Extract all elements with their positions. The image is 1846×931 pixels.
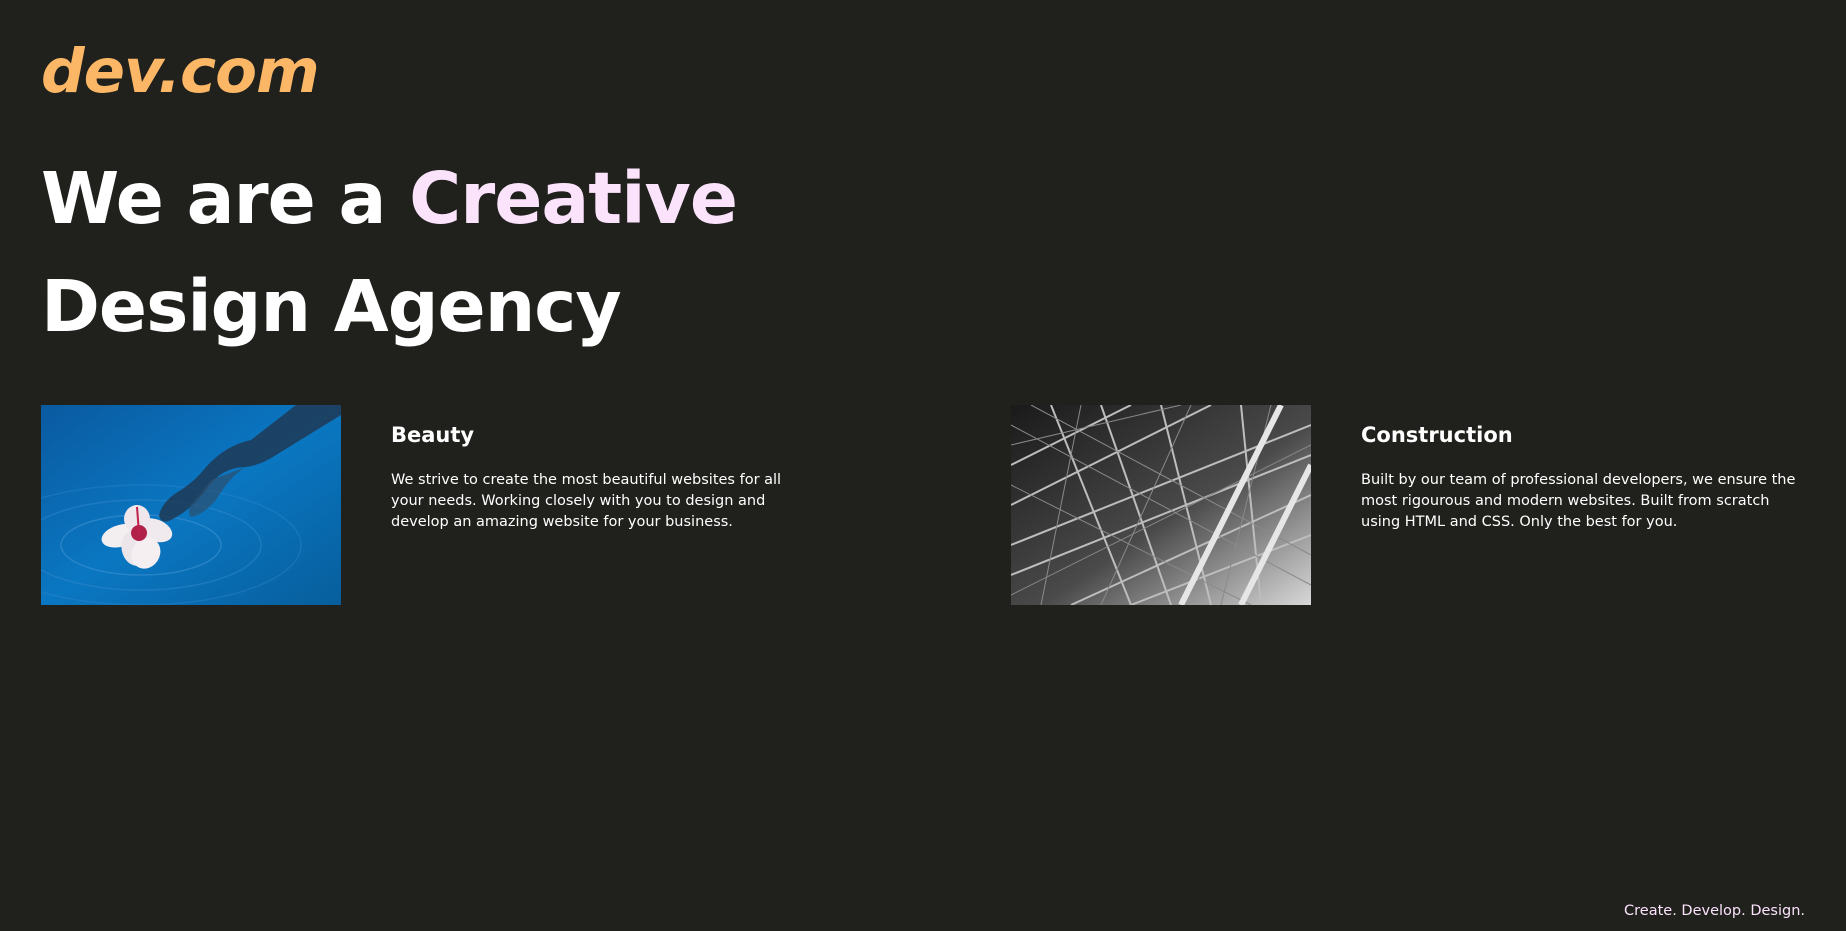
headline-accent: Creative [409, 157, 738, 240]
footer-tagline: Create. Develop. Design. [1624, 903, 1805, 919]
construction-image [1011, 405, 1311, 605]
beauty-image [41, 405, 341, 605]
card-title-beauty: Beauty [391, 423, 475, 447]
card-title-construction: Construction [1361, 423, 1513, 447]
card-text-beauty: We strive to create the most beautiful w… [391, 472, 782, 530]
hero-headline: We are a Creative Design Agency [41, 145, 738, 361]
card-text-construction: Built by our team of professional develo… [1361, 472, 1796, 530]
headline-prefix: We are a [41, 157, 386, 240]
headline-line2: Design Agency [41, 265, 622, 348]
logo[interactable]: dev.com [41, 36, 320, 108]
